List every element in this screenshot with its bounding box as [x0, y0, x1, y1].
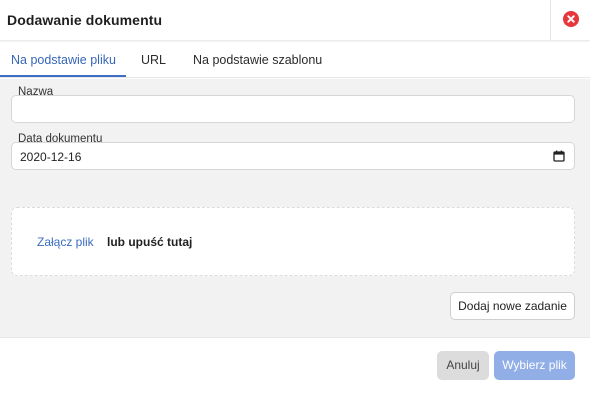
tab-bar: Na podstawie pliku URL Na podstawie szab… [0, 42, 590, 78]
dialog-title: Dodawanie dokumentu [7, 12, 163, 28]
close-button[interactable] [563, 11, 579, 27]
close-circle-icon [567, 15, 575, 23]
add-document-dialog: Dodawanie dokumentu Na podstawie pliku U… [0, 0, 590, 409]
active-tab-indicator [0, 75, 126, 77]
choose-file-button[interactable]: Wybierz plik [494, 351, 575, 380]
close-button-container [550, 0, 590, 40]
file-dropzone[interactable]: Załącz plik lub upuść tutaj [11, 207, 575, 276]
calendar-icon[interactable] [553, 150, 565, 162]
cancel-button[interactable]: Anuluj [437, 351, 489, 380]
tab-from-file[interactable]: Na podstawie pliku [11, 53, 116, 67]
dialog-footer: Anuluj Wybierz plik [0, 337, 590, 409]
dialog-body: Nazwa Data dokumentu 2020-12-16 Załącz p… [0, 79, 590, 337]
name-field[interactable] [11, 95, 575, 123]
add-new-task-button[interactable]: Dodaj nowe zadanie [450, 292, 575, 320]
drop-here-text: lub upuść tutaj [107, 235, 193, 249]
date-field[interactable]: 2020-12-16 [11, 142, 575, 170]
tab-url[interactable]: URL [141, 53, 166, 67]
tab-from-template[interactable]: Na podstawie szablonu [193, 53, 322, 67]
attach-file-link[interactable]: Załącz plik [37, 235, 94, 249]
dialog-header: Dodawanie dokumentu [0, 0, 590, 41]
date-value: 2020-12-16 [20, 150, 82, 164]
